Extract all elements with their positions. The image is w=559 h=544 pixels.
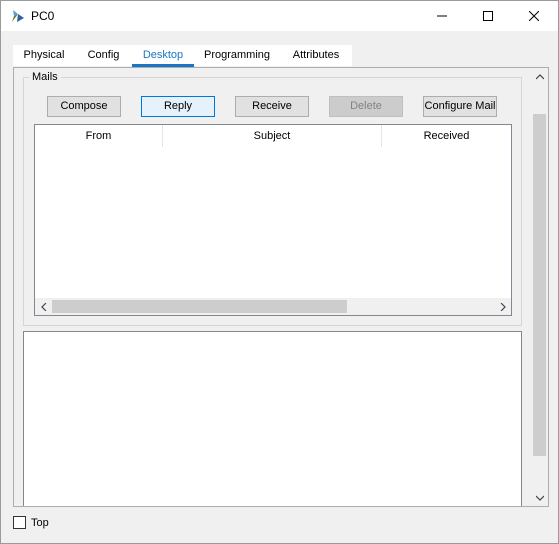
chevron-right-icon [500,302,506,311]
minimize-button[interactable] [419,1,465,31]
minimize-icon [437,15,447,17]
horizontal-scroll-thumb[interactable] [52,300,347,313]
chevron-down-icon [535,495,544,501]
receive-button[interactable]: Receive [235,96,309,117]
mail-list[interactable]: From Subject Received [34,124,512,316]
mails-group-label: Mails [29,71,61,83]
maximize-icon [483,11,493,21]
chevron-left-icon [40,302,46,311]
desktop-content-panel: Mails Compose Reply Receive Delete Confi… [13,67,549,507]
window-title: PC0 [31,9,55,23]
scroll-down-button[interactable] [531,489,548,506]
mail-body-viewer[interactable] [23,331,522,506]
mail-list-horizontal-scrollbar[interactable] [35,298,511,315]
compose-button[interactable]: Compose [47,96,121,117]
configure-mail-button[interactable]: Configure Mail [423,96,497,117]
maximize-button[interactable] [465,1,511,31]
column-header-received[interactable]: Received [382,125,511,147]
close-icon [529,11,539,21]
column-header-from[interactable]: From [35,125,163,147]
top-checkbox[interactable] [13,516,26,529]
scroll-left-button[interactable] [35,298,52,315]
tab-config[interactable]: Config [75,45,132,66]
pc-app-icon [12,10,24,22]
scroll-right-button[interactable] [494,298,511,315]
chevron-up-icon [535,73,544,79]
vertical-scroll-thumb[interactable] [533,114,546,456]
title-bar: PC0 [1,1,558,31]
reply-button[interactable]: Reply [141,96,215,117]
tab-physical[interactable]: Physical [13,45,75,66]
scroll-up-button[interactable] [531,68,548,85]
pc0-window: PC0 Physical Config Desktop Programming … [0,0,559,544]
close-button[interactable] [511,1,557,31]
mails-group: Mails Compose Reply Receive Delete Confi… [23,71,522,326]
tab-attributes[interactable]: Attributes [280,45,352,66]
tab-programming[interactable]: Programming [194,45,280,66]
tab-desktop[interactable]: Desktop [132,45,194,67]
delete-button[interactable]: Delete [329,96,403,117]
top-checkbox-label[interactable]: Top [31,517,49,529]
panel-vertical-scrollbar[interactable] [531,68,548,506]
column-header-subject[interactable]: Subject [163,125,382,147]
